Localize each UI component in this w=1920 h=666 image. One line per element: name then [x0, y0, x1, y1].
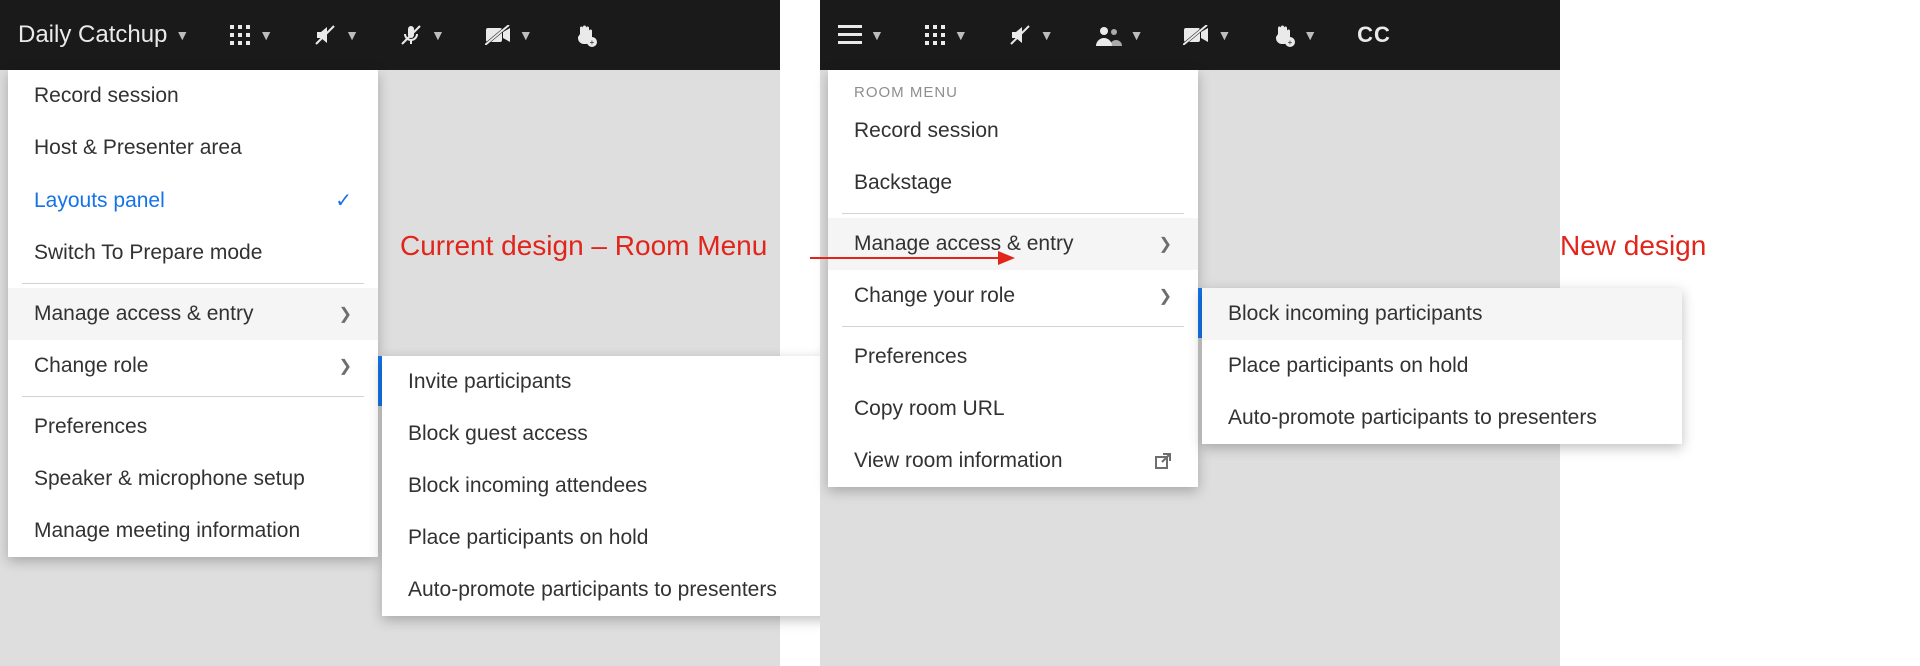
room-menu: ROOM MENU Record session Backstage Manag… [828, 70, 1198, 487]
chevron-down-icon: ▼ [1130, 27, 1144, 43]
popout-icon [1154, 452, 1172, 470]
current-design-panel: Daily Catchup ▼ ▼ ▼ ▼ ▼ + Record session… [0, 0, 780, 666]
hamburger-menu-button[interactable]: ▼ [838, 25, 884, 45]
manage-access-submenu: Block incoming participants Place partic… [1202, 288, 1682, 444]
toolbar: ▼ ▼ ▼ ▼ ▼ + ▼ CC [820, 0, 1560, 70]
menu-view-room-info[interactable]: View room information [828, 435, 1198, 487]
speaker-muted-icon [313, 23, 337, 47]
menu-record-session[interactable]: Record session [8, 70, 378, 122]
hamburger-icon [838, 25, 862, 45]
menu-preferences[interactable]: Preferences [8, 401, 378, 453]
mic-muted-icon [399, 23, 423, 47]
chevron-down-icon: ▼ [259, 27, 273, 43]
chevron-down-icon: ▼ [1040, 27, 1054, 43]
speaker-muted-icon [1008, 23, 1032, 47]
arrow-icon [810, 248, 1015, 268]
submenu-place-on-hold[interactable]: Place participants on hold [1202, 340, 1682, 392]
raise-hand-icon: + [573, 23, 597, 47]
layouts-grid-button[interactable]: ▼ [924, 24, 968, 46]
grid-icon [229, 24, 251, 46]
manage-access-submenu: Invite participants Block guest access B… [382, 356, 862, 616]
submenu-auto-promote[interactable]: Auto-promote participants to presenters [1202, 392, 1682, 444]
raise-hand-button[interactable]: + [573, 23, 597, 47]
menu-change-role[interactable]: Change role❯ [8, 340, 378, 392]
chevron-down-icon: ▼ [870, 27, 884, 43]
svg-text:+: + [589, 38, 594, 47]
submenu-block-incoming-participants[interactable]: Block incoming participants [1202, 288, 1682, 340]
submenu-block-guest-access[interactable]: Block guest access [382, 408, 862, 460]
svg-text:+: + [1288, 38, 1293, 47]
submenu-auto-promote[interactable]: Auto-promote participants to presenters [382, 564, 862, 616]
menu-record-session[interactable]: Record session [828, 105, 1198, 157]
chevron-right-icon: ❯ [339, 356, 352, 376]
menu-copy-room-url[interactable]: Copy room URL [828, 383, 1198, 435]
annotation-new-design: New design [1560, 230, 1706, 262]
menu-manage-meeting-info[interactable]: Manage meeting information [8, 505, 378, 557]
attendees-button[interactable]: ▼ [1094, 24, 1144, 46]
speaker-button[interactable]: ▼ [313, 23, 359, 47]
annotation-current-design: Current design – Room Menu [400, 230, 767, 262]
chevron-down-icon: ▼ [175, 27, 189, 43]
menu-switch-prepare[interactable]: Switch To Prepare mode [8, 227, 378, 279]
chevron-right-icon: ❯ [339, 304, 352, 324]
layouts-grid-button[interactable]: ▼ [229, 24, 273, 46]
room-menu: Record session Host & Presenter area Lay… [8, 70, 378, 557]
divider [842, 326, 1184, 327]
menu-change-your-role[interactable]: Change your role❯ [828, 270, 1198, 322]
menu-backstage[interactable]: Backstage [828, 157, 1198, 209]
submenu-invite-participants[interactable]: Invite participants [382, 356, 862, 408]
divider [842, 213, 1184, 214]
camera-muted-icon [1183, 25, 1209, 45]
menu-speaker-mic-setup[interactable]: Speaker & microphone setup [8, 453, 378, 505]
closed-captions-button[interactable]: CC [1357, 22, 1391, 48]
camera-button[interactable]: ▼ [485, 25, 533, 45]
menu-header: ROOM MENU [828, 70, 1198, 105]
attendees-icon [1094, 24, 1122, 46]
toolbar: Daily Catchup ▼ ▼ ▼ ▼ ▼ + [0, 0, 780, 70]
chevron-right-icon: ❯ [1159, 234, 1172, 254]
chevron-down-icon: ▼ [345, 27, 359, 43]
menu-layouts-panel[interactable]: Layouts panel✓ [8, 174, 378, 227]
chevron-right-icon: ❯ [1159, 286, 1172, 306]
menu-manage-access[interactable]: Manage access & entry❯ [8, 288, 378, 340]
new-design-panel: ▼ ▼ ▼ ▼ ▼ + ▼ CC ROOM MENU Record sessio… [820, 0, 1560, 666]
chevron-down-icon: ▼ [1217, 27, 1231, 43]
room-name: Daily Catchup [18, 21, 167, 49]
chevron-down-icon: ▼ [519, 27, 533, 43]
submenu-place-on-hold[interactable]: Place participants on hold [382, 512, 862, 564]
divider [22, 283, 364, 284]
menu-preferences[interactable]: Preferences [828, 331, 1198, 383]
chevron-down-icon: ▼ [431, 27, 445, 43]
camera-button[interactable]: ▼ [1183, 25, 1231, 45]
divider [22, 396, 364, 397]
room-name-dropdown[interactable]: Daily Catchup ▼ [18, 21, 189, 49]
speaker-button[interactable]: ▼ [1008, 23, 1054, 47]
mic-button[interactable]: ▼ [399, 23, 445, 47]
chevron-down-icon: ▼ [954, 27, 968, 43]
grid-icon [924, 24, 946, 46]
submenu-block-incoming-attendees[interactable]: Block incoming attendees [382, 460, 862, 512]
raise-hand-button[interactable]: + ▼ [1271, 23, 1317, 47]
chevron-down-icon: ▼ [1303, 27, 1317, 43]
camera-muted-icon [485, 25, 511, 45]
raise-hand-icon: + [1271, 23, 1295, 47]
check-icon: ✓ [335, 188, 352, 213]
menu-host-presenter-area[interactable]: Host & Presenter area [8, 122, 378, 174]
